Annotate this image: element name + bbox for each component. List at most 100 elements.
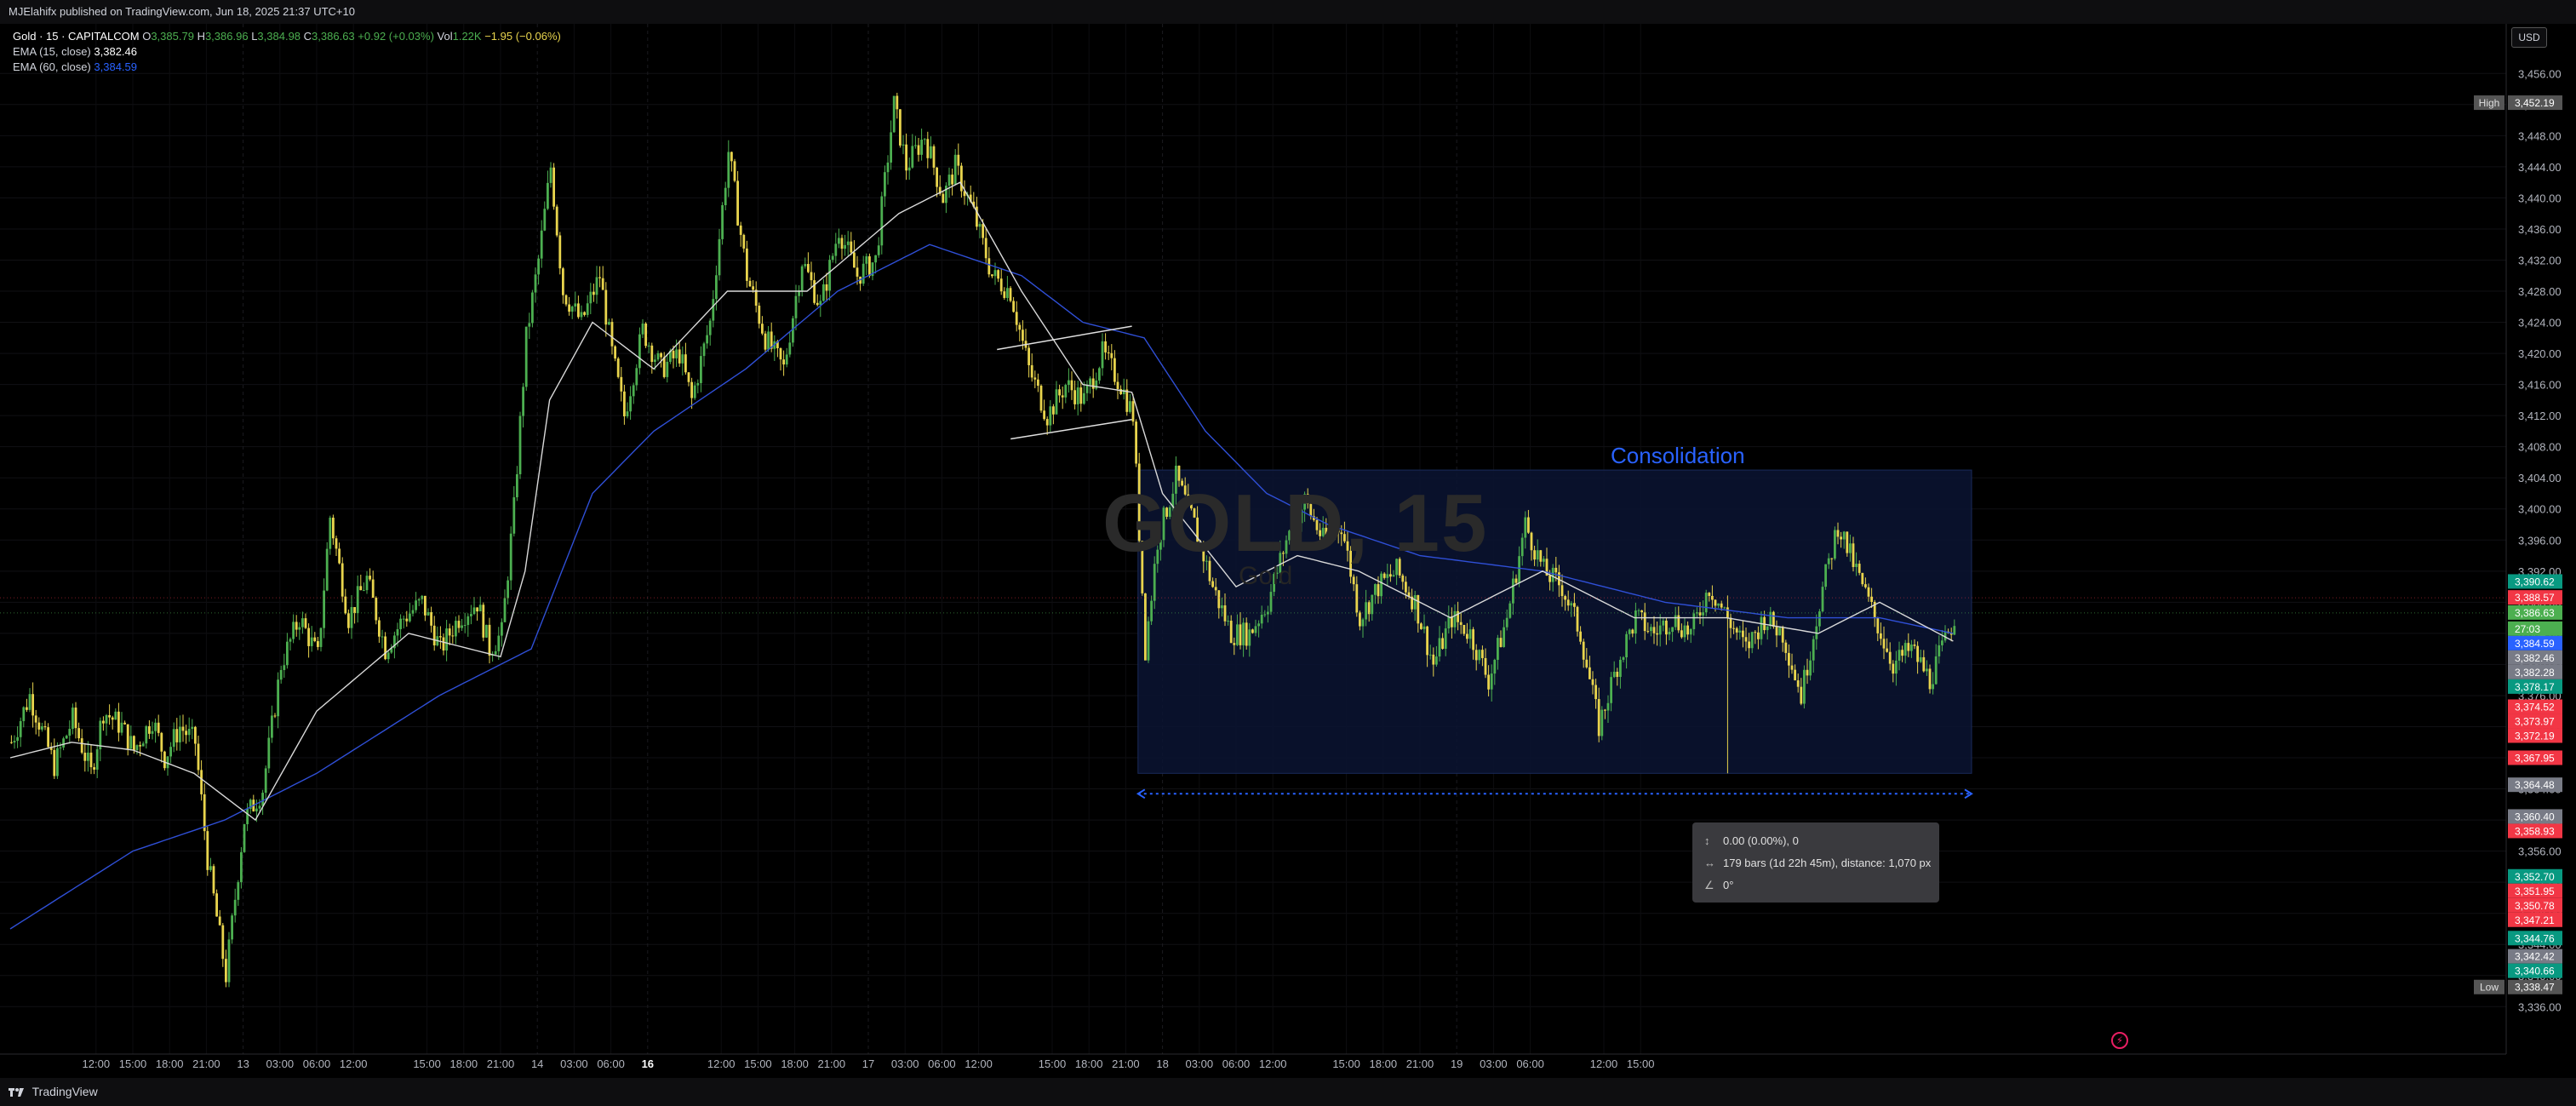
candle-body — [1769, 611, 1772, 627]
candle-body — [13, 741, 16, 743]
candle-body — [1405, 582, 1407, 593]
candle-body — [1217, 590, 1221, 609]
candle-body — [43, 726, 47, 728]
consolidation-label[interactable]: Consolidation — [1611, 443, 1745, 469]
candle-body — [1903, 643, 1907, 656]
candle-body — [666, 361, 669, 377]
legend-c-label: C — [303, 30, 312, 43]
candle-body — [1742, 630, 1744, 638]
candle-body — [338, 548, 341, 564]
candle-body — [706, 335, 708, 344]
legend-symbol[interactable]: Gold · 15 · CAPITALCOM — [13, 30, 140, 43]
candle-body — [825, 284, 828, 291]
candle-body — [537, 258, 540, 275]
candle-body — [1374, 584, 1377, 595]
candle-body — [191, 726, 194, 730]
candle-body — [237, 882, 240, 900]
candle-body — [264, 768, 267, 794]
candle-body — [982, 224, 984, 238]
candle-body — [1852, 543, 1855, 567]
candle-body — [1800, 686, 1803, 704]
candle-body — [736, 181, 739, 226]
candle-body — [1438, 638, 1441, 657]
candle-body — [1116, 381, 1119, 389]
candle-body — [1658, 625, 1662, 635]
candle-body — [616, 358, 620, 377]
candle-body — [1039, 386, 1043, 411]
candle-body — [650, 345, 654, 363]
candle-body — [485, 624, 488, 638]
candle-body — [724, 187, 727, 206]
candle-body — [283, 665, 286, 670]
candle-body — [822, 284, 825, 301]
candle-body — [1573, 603, 1576, 607]
candle-body — [1932, 684, 1934, 690]
candle-body — [1855, 564, 1858, 567]
candle-body — [1365, 602, 1367, 620]
candle-body — [957, 154, 960, 166]
candle-body — [1006, 288, 1009, 298]
candle-body — [1214, 587, 1217, 591]
x-tick-label: 15:00 — [1039, 1057, 1067, 1070]
candle-body — [273, 715, 277, 717]
candle-body — [1934, 656, 1938, 685]
candle-body — [426, 612, 430, 616]
candle-body — [782, 359, 785, 365]
date-range-icon: ↔ — [1704, 857, 1715, 869]
candle-body — [53, 749, 56, 776]
candle-body — [1499, 638, 1503, 647]
candle-body — [1022, 330, 1024, 341]
candle-body — [1604, 709, 1606, 711]
x-tick-label: 13 — [237, 1057, 249, 1070]
candle-body — [892, 95, 896, 133]
candle-body — [332, 517, 335, 539]
price-tag-value: 3,452.19 — [2515, 97, 2555, 109]
candle-body — [942, 193, 945, 203]
candle-body — [1867, 587, 1870, 597]
candle-body — [1594, 685, 1597, 700]
lightning-icon[interactable]: ⚡ — [2111, 1032, 2128, 1049]
candle-body — [470, 614, 472, 616]
price-tag-value: 3,344.76 — [2515, 932, 2555, 944]
y-tick-label: 3,416.00 — [2518, 379, 2562, 392]
candle-body — [1242, 622, 1245, 645]
candle-body — [105, 714, 108, 724]
candle-body — [126, 724, 129, 749]
candle-body — [1892, 663, 1895, 674]
candle-body — [1824, 564, 1827, 587]
candle-body — [1135, 421, 1137, 464]
candle-body — [95, 749, 99, 770]
x-tick-label: 15:00 — [1332, 1057, 1360, 1070]
candle-body — [739, 225, 742, 235]
candle-body — [1520, 537, 1524, 557]
candle-body — [953, 154, 957, 185]
candle-body — [445, 628, 448, 650]
candle-body — [1898, 650, 1901, 661]
candle-body — [1083, 393, 1085, 404]
y-tick-label: 3,408.00 — [2518, 441, 2562, 454]
candle-body — [543, 209, 547, 231]
candle-body — [363, 590, 365, 592]
currency-button[interactable]: USD — [2511, 27, 2547, 48]
price-tag-value: 3,350.78 — [2515, 900, 2555, 912]
x-tick-label: 14 — [531, 1057, 543, 1070]
candle-body — [761, 324, 764, 334]
candle-body — [141, 743, 145, 747]
candle-body — [1423, 626, 1426, 629]
candle-body — [102, 720, 105, 724]
candle-body — [68, 729, 72, 736]
time-axis[interactable]: 12:00 15:00 18:00 21:00 13 03:00 06:00 12:00 15:… — [83, 1057, 1655, 1070]
candle-body — [1045, 419, 1049, 426]
candle-body — [1579, 631, 1582, 642]
candle-body — [457, 621, 461, 628]
candle-body — [56, 748, 59, 776]
candle-body — [874, 255, 877, 263]
footer-brand[interactable]: TradingView — [32, 1085, 98, 1098]
y-tick-label: 3,444.00 — [2518, 161, 2562, 174]
candle-body — [632, 385, 635, 397]
candle-body — [1919, 656, 1922, 662]
candle-body — [341, 563, 344, 597]
legend-ema15-row[interactable]: EMA (15, close) 3,382.46 — [13, 44, 561, 60]
candle-body — [1748, 641, 1750, 649]
legend-ema60-row[interactable]: EMA (60, close) 3,384.59 — [13, 60, 561, 75]
